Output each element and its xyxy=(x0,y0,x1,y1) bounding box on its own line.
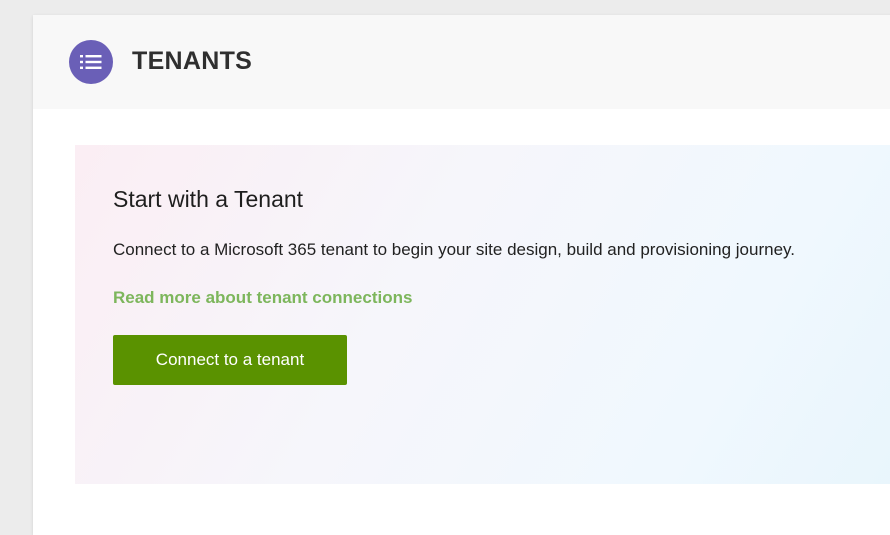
start-tenant-panel: Start with a Tenant Connect to a Microso… xyxy=(75,145,890,484)
panel-title: Start with a Tenant xyxy=(113,186,304,212)
panel-description: Connect to a Microsoft 365 tenant to beg… xyxy=(113,240,795,259)
tenants-card: TENANTS Start with a Tenant Connect to a… xyxy=(33,15,890,535)
list-icon xyxy=(69,40,113,84)
connect-tenant-button[interactable]: Connect to a tenant xyxy=(113,335,347,385)
page-title: TENANTS xyxy=(132,47,253,75)
card-header: TENANTS xyxy=(33,15,890,109)
read-more-link[interactable]: Read more about tenant connections xyxy=(113,287,412,309)
list-icon-glyph xyxy=(80,55,102,69)
